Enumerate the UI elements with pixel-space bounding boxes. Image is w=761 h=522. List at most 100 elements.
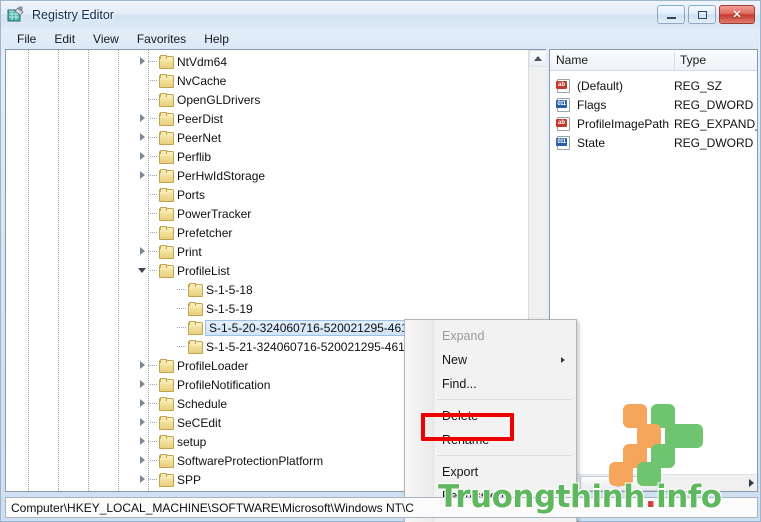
tree-connector: [148, 194, 157, 195]
expand-arrow-icon[interactable]: [137, 398, 148, 409]
expand-arrow-icon[interactable]: [137, 417, 148, 428]
close-button[interactable]: ✕: [719, 5, 755, 24]
tree-item-label: Prefetcher: [177, 225, 233, 240]
column-header-type[interactable]: Type: [674, 50, 706, 70]
tree-connector: [148, 137, 157, 138]
tree-connector: [148, 365, 157, 366]
folder-icon: [188, 340, 203, 354]
expand-arrow-icon[interactable]: [137, 170, 148, 181]
window-title: Registry Editor: [32, 8, 114, 22]
folder-icon: [159, 93, 174, 107]
watermark-logo: [595, 404, 705, 489]
expand-arrow-icon[interactable]: [137, 151, 148, 162]
value-name: (Default): [577, 78, 624, 93]
expand-arrow-icon[interactable]: [137, 132, 148, 143]
tree-item[interactable]: PerHwIdStorage: [6, 166, 526, 185]
context-menu-item-expand: Expand: [406, 324, 575, 348]
title-bar[interactable]: Registry Editor ✕: [1, 1, 760, 29]
value-row[interactable]: 011 Flags REG_DWORD: [550, 95, 757, 114]
tree-connector: [148, 251, 157, 252]
tree-connector: [148, 441, 157, 442]
context-menu-label: Find...: [442, 377, 477, 391]
tree-connector: [148, 479, 157, 480]
tree-connector: [177, 289, 186, 290]
watermark-dot: .: [644, 479, 657, 515]
tree-item[interactable]: ProfileList: [6, 261, 526, 280]
expand-arrow-icon[interactable]: [137, 474, 148, 485]
value-row[interactable]: 011 State REG_DWORD: [550, 133, 757, 152]
folder-icon: [159, 226, 174, 240]
context-menu-item-delete[interactable]: Delete: [406, 404, 575, 428]
tree-connector: [148, 156, 157, 157]
tree-item-label: NvCache: [177, 73, 227, 88]
tree-item[interactable]: Print: [6, 242, 526, 261]
tree-connector: [177, 346, 186, 347]
context-menu-item-new[interactable]: New: [406, 348, 575, 372]
value-name: Flags: [577, 97, 607, 112]
value-type: REG_DWORD: [674, 135, 754, 150]
value-name: State: [577, 135, 606, 150]
collapse-arrow-icon[interactable]: [137, 265, 148, 276]
tree-item[interactable]: S-1-5-18: [6, 280, 526, 299]
tree-item[interactable]: Ports: [6, 185, 526, 204]
folder-icon: [159, 112, 174, 126]
context-menu-item-find[interactable]: Find...: [406, 372, 575, 396]
tree-item[interactable]: NtVdm64: [6, 52, 526, 71]
context-menu-separator: [437, 399, 572, 400]
tree-item[interactable]: Perflib: [6, 147, 526, 166]
column-divider[interactable]: [674, 52, 675, 69]
expand-arrow-icon[interactable]: [137, 360, 148, 371]
menu-view[interactable]: View: [84, 30, 128, 48]
dword-value-icon: 011: [556, 135, 572, 150]
string-value-icon: ab: [556, 78, 572, 93]
tree-item-label: SPP: [177, 472, 202, 487]
tree-item-label: NtVdm64: [177, 54, 228, 69]
tree-item[interactable]: PeerNet: [6, 128, 526, 147]
menu-file[interactable]: File: [8, 30, 45, 48]
maximize-button[interactable]: [688, 5, 716, 24]
tree-item-label: PerHwIdStorage: [177, 168, 266, 183]
menu-edit[interactable]: Edit: [45, 30, 84, 48]
menu-bar: File Edit View Favorites Help: [2, 29, 759, 49]
menu-help[interactable]: Help: [195, 30, 238, 48]
tree-item-label: SeCEdit: [177, 415, 222, 430]
folder-icon: [159, 435, 174, 449]
tree-item-label: S-1-5-19: [206, 301, 253, 316]
folder-icon: [159, 264, 174, 278]
tree-item[interactable]: OpenGLDrivers: [6, 90, 526, 109]
watermark-square: [679, 424, 703, 448]
value-row[interactable]: ab ProfileImagePath REG_EXPAND_: [550, 114, 757, 133]
window-controls: ✕: [657, 5, 755, 24]
scroll-right-arrow-icon[interactable]: [749, 479, 754, 487]
folder-icon: [159, 169, 174, 183]
expand-arrow-icon[interactable]: [137, 455, 148, 466]
expand-arrow-icon[interactable]: [137, 113, 148, 124]
expand-arrow-icon[interactable]: [137, 379, 148, 390]
tree-item-label: ProfileList: [177, 263, 230, 278]
tree-item[interactable]: PowerTracker: [6, 204, 526, 223]
scroll-up-arrow-icon[interactable]: [529, 50, 546, 67]
tree-item[interactable]: PeerDist: [6, 109, 526, 128]
values-column-headers[interactable]: Name Type: [550, 50, 757, 71]
context-menu-item-rename[interactable]: Rename: [406, 428, 575, 452]
expand-arrow-icon[interactable]: [137, 436, 148, 447]
tree-item-label: S-1-5-18: [206, 282, 253, 297]
tree-item-label: Superfetch: [177, 492, 235, 493]
folder-icon: [188, 321, 203, 335]
tree-item-label: Ports: [177, 187, 206, 202]
tree-item[interactable]: Prefetcher: [6, 223, 526, 242]
minimize-button[interactable]: [657, 5, 685, 24]
column-header-name[interactable]: Name: [550, 50, 588, 70]
folder-icon: [159, 74, 174, 88]
tree-item[interactable]: NvCache: [6, 71, 526, 90]
tree-connector: [148, 403, 157, 404]
context-menu-label: New: [442, 353, 468, 367]
value-row[interactable]: ab (Default) REG_SZ: [550, 76, 757, 95]
expand-arrow-icon[interactable]: [137, 246, 148, 257]
tree-item[interactable]: S-1-5-19: [6, 299, 526, 318]
menu-favorites[interactable]: Favorites: [128, 30, 195, 48]
folder-icon: [159, 378, 174, 392]
expand-arrow-icon[interactable]: [137, 56, 148, 67]
watermark-prefix: Tr: [438, 479, 471, 515]
tree-connector: [148, 61, 157, 62]
